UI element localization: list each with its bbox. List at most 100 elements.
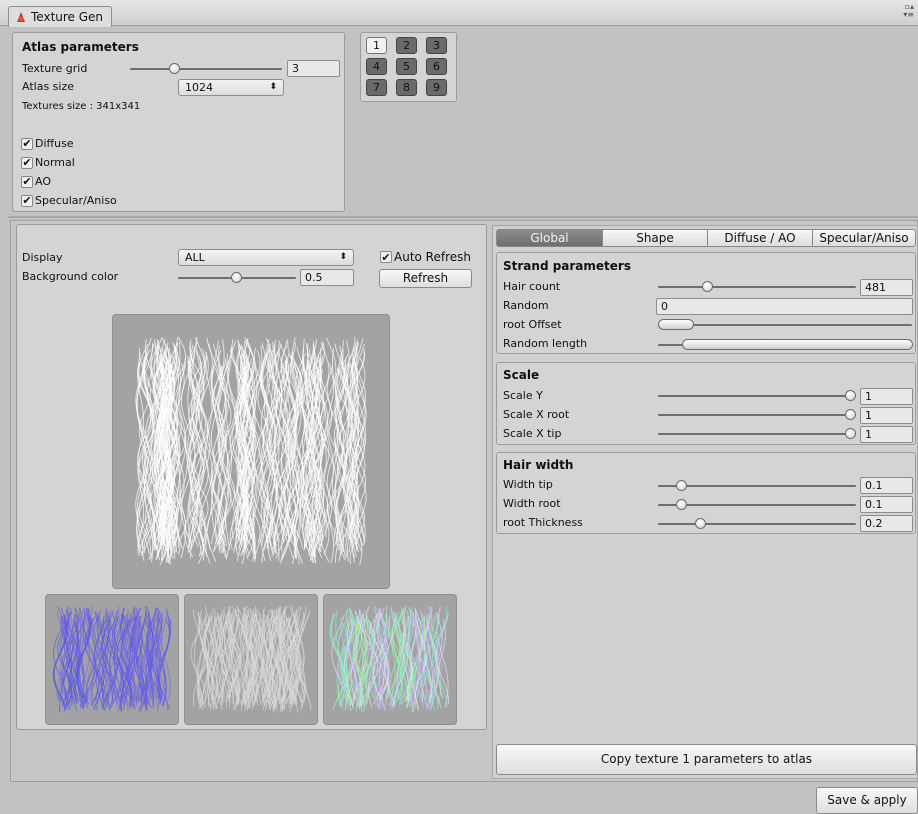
check-icon: ✔ [22, 137, 32, 150]
specular-map-image [329, 605, 449, 713]
scale-x-root-field[interactable]: 1 [860, 407, 913, 424]
textures-size-text: Textures size : 341x341 [22, 101, 141, 112]
width-root-slider-track[interactable] [658, 504, 856, 506]
texture-grid-slider-thumb[interactable] [169, 63, 180, 74]
display-label: Display [22, 251, 63, 264]
width-root-field[interactable]: 0.1 [860, 496, 913, 513]
main-texture-preview [112, 314, 390, 589]
parameter-tabs: Global Shape Diffuse / AO Specular/Aniso [496, 229, 916, 247]
tab-diffuse-ao[interactable]: Diffuse / AO [707, 229, 813, 247]
channel-specular[interactable]: ✔ Specular/Aniso [21, 194, 117, 207]
display-value: ALL [185, 251, 205, 264]
grid-button-4[interactable]: 4 [366, 58, 387, 75]
grid-button-3[interactable]: 3 [426, 37, 447, 54]
check-icon: ✔ [381, 250, 391, 264]
section-divider [8, 216, 918, 218]
random-length-range-handle[interactable] [682, 339, 913, 350]
scale-y-slider-thumb[interactable] [845, 390, 856, 401]
display-dropdown[interactable]: ALL ⬍ [178, 249, 354, 266]
tab-global[interactable]: Global [496, 229, 603, 247]
scale-x-root-slider-track[interactable] [658, 414, 856, 416]
root-thickness-field[interactable]: 0.2 [860, 515, 913, 532]
grid-button-6[interactable]: 6 [426, 58, 447, 75]
ao-map-thumbnail[interactable] [184, 594, 318, 725]
tab-shape[interactable]: Shape [602, 229, 708, 247]
normal-map-thumbnail[interactable] [45, 594, 179, 725]
grid-button-1[interactable]: 1 [366, 37, 387, 54]
background-color-label: Background color [22, 270, 119, 283]
ao-label: AO [35, 175, 51, 188]
channel-ao[interactable]: ✔ AO [21, 175, 51, 188]
scale-x-tip-label: Scale X tip [503, 427, 562, 440]
grid-button-5[interactable]: 5 [396, 58, 417, 75]
scale-x-tip-slider-thumb[interactable] [845, 428, 856, 439]
hair-count-field[interactable]: 481 [860, 279, 913, 296]
auto-refresh-label: Auto Refresh [394, 250, 471, 264]
copy-to-atlas-button[interactable]: Copy texture 1 parameters to atlas [496, 744, 917, 775]
dropdown-arrow-icon: ⬍ [339, 252, 347, 262]
random-length-label: Random length [503, 337, 588, 350]
diffuse-label: Diffuse [35, 137, 74, 150]
scale-y-slider-track[interactable] [658, 395, 856, 397]
width-tip-label: Width tip [503, 478, 553, 491]
auto-refresh-checkbox[interactable]: ✔ [380, 250, 392, 264]
background-color-field[interactable]: 0.5 [300, 269, 354, 286]
check-icon: ✔ [22, 156, 32, 169]
refresh-button[interactable]: Refresh [379, 269, 472, 288]
specular-map-thumbnail[interactable] [323, 594, 457, 725]
scale-y-field[interactable]: 1 [860, 388, 913, 405]
specular-label: Specular/Aniso [35, 194, 117, 207]
scale-x-tip-slider-track[interactable] [658, 433, 856, 435]
width-root-label: Width root [503, 497, 561, 510]
hair-count-slider-track[interactable] [658, 286, 856, 288]
grid-button-7[interactable]: 7 [366, 79, 387, 96]
width-tip-slider-track[interactable] [658, 485, 856, 487]
background-color-slider-thumb[interactable] [231, 272, 242, 283]
strand-parameters-title: Strand parameters [503, 259, 631, 273]
scale-title: Scale [503, 368, 540, 382]
window-tab-title: Texture Gen [31, 10, 104, 24]
width-tip-slider-thumb[interactable] [676, 480, 687, 491]
check-icon: ✔ [22, 194, 32, 207]
ao-checkbox[interactable]: ✔ [21, 175, 33, 188]
hair-count-slider-thumb[interactable] [702, 281, 713, 292]
save-apply-button[interactable]: Save & apply [816, 787, 918, 814]
scale-x-tip-field[interactable]: 1 [860, 426, 913, 443]
window-menu-icon[interactable]: ▫▴ ▾≡ [903, 3, 914, 19]
hair-texture-image [135, 336, 367, 566]
width-tip-field[interactable]: 0.1 [860, 477, 913, 494]
hair-count-label: Hair count [503, 280, 561, 293]
random-field[interactable]: 0 [656, 298, 913, 315]
atlas-size-dropdown[interactable]: 1024 ⬍ [178, 79, 284, 96]
atlas-size-value: 1024 [185, 81, 213, 94]
scale-x-root-label: Scale X root [503, 408, 570, 421]
normal-label: Normal [35, 156, 75, 169]
root-offset-range-handle[interactable] [658, 319, 694, 330]
atlas-parameters-panel [12, 32, 345, 212]
channel-normal[interactable]: ✔ Normal [21, 156, 75, 169]
atlas-size-label: Atlas size [22, 80, 74, 93]
root-offset-label: root Offset [503, 318, 562, 331]
texture-grid-slider-track[interactable] [130, 68, 282, 70]
root-thickness-label: root Thickness [503, 516, 583, 529]
root-offset-range-track[interactable] [658, 324, 912, 326]
width-root-slider-thumb[interactable] [676, 499, 687, 510]
grid-button-8[interactable]: 8 [396, 79, 417, 96]
hair-width-title: Hair width [503, 458, 574, 472]
specular-checkbox[interactable]: ✔ [21, 194, 33, 207]
normal-checkbox[interactable]: ✔ [21, 156, 33, 169]
grid-button-2[interactable]: 2 [396, 37, 417, 54]
texture-grid-field[interactable]: 3 [287, 60, 340, 77]
tab-specular-aniso[interactable]: Specular/Aniso [812, 229, 916, 247]
root-thickness-slider-thumb[interactable] [695, 518, 706, 529]
ao-map-image [190, 605, 312, 714]
channel-diffuse[interactable]: ✔ Diffuse [21, 137, 74, 150]
scale-x-root-slider-thumb[interactable] [845, 409, 856, 420]
diffuse-checkbox[interactable]: ✔ [21, 137, 33, 150]
app-icon [17, 12, 25, 22]
auto-refresh-toggle[interactable]: ✔ Auto Refresh [380, 250, 471, 264]
root-thickness-slider-track[interactable] [658, 523, 856, 525]
grid-button-9[interactable]: 9 [426, 79, 447, 96]
bottom-bar [0, 784, 918, 814]
window-tab[interactable]: Texture Gen [8, 6, 112, 27]
